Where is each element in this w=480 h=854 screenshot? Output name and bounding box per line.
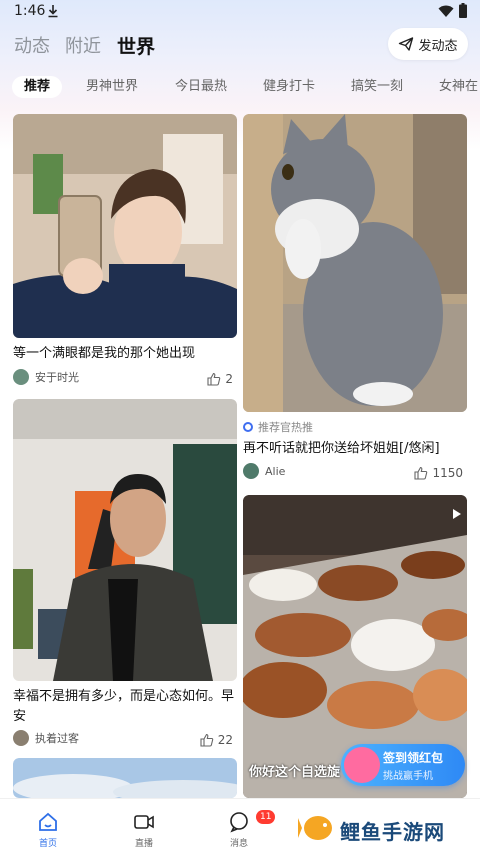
author-name: 安于时光 (35, 371, 79, 384)
status-time: 1:46 (14, 3, 46, 19)
tab-home-label: 首页 (38, 839, 57, 849)
card-photo-man[interactable] (13, 399, 237, 681)
sky-photo (13, 758, 237, 798)
card-3-author[interactable]: 执着过客 (13, 730, 79, 746)
recommend-icon (243, 422, 253, 432)
watermark-text: 鲤鱼手游网 (340, 820, 445, 844)
card-1-title: 等一个满眼都是我的那个她出现 (13, 346, 196, 361)
avatar (243, 463, 259, 479)
category-nanshen[interactable]: 男神世界 (86, 76, 138, 98)
category-tuijian[interactable]: 推荐 (12, 76, 63, 98)
message-badge: 11 (256, 810, 276, 824)
category-bar: 推荐 男神世界 今日最热 健身打卡 搞笑一刻 女神在 (0, 70, 480, 104)
feed-card-3[interactable]: 幸福不是拥有多少，而是心态如何。早安 执着过客 22 (13, 399, 237, 751)
category-zuire[interactable]: 今日最热 (175, 76, 227, 98)
avatar (13, 730, 29, 746)
man-photo (13, 399, 237, 681)
watermark: 鲤鱼手游网 (298, 808, 474, 848)
tab-live[interactable]: 直播 (124, 811, 164, 849)
tab-messages[interactable]: 消息 (219, 811, 259, 849)
download-icon (48, 5, 58, 18)
category-nvshen[interactable]: 女神在 (439, 76, 478, 98)
promo-subtitle: 挑战赢手机 (383, 771, 433, 782)
feed-card-5[interactable] (13, 758, 237, 798)
tab-fujin[interactable]: 附近 (65, 32, 101, 58)
card-1-author[interactable]: 安于时光 (13, 369, 79, 385)
promo-title: 签到领红包 (383, 751, 444, 765)
selfie-photo (13, 114, 237, 338)
post-button-label: 发动态 (418, 38, 458, 54)
category-gaoxiao[interactable]: 搞笑一刻 (351, 76, 403, 98)
message-icon (230, 812, 248, 833)
gift-icon (344, 747, 380, 783)
avatar (13, 369, 29, 385)
status-bar: 1:46 (0, 0, 480, 24)
card-2-title: 再不听话就把你送给坏姐姐[/悠闲] (243, 441, 440, 456)
card-3-title: 幸福不是拥有多少，而是心态如何。早安 (13, 689, 235, 724)
tab-live-label: 直播 (134, 839, 153, 849)
card-3-likes[interactable]: 22 (200, 733, 233, 747)
battery-icon (459, 3, 467, 18)
cat-photo (243, 114, 467, 412)
card-2-tag: 推荐官热推 (243, 419, 313, 435)
category-jianshen[interactable]: 健身打卡 (263, 76, 315, 98)
card-2-likes[interactable]: 1150 (414, 466, 463, 480)
post-button[interactable]: 发动态 (388, 28, 468, 60)
wifi-icon (438, 5, 454, 17)
like-count: 1150 (432, 466, 463, 480)
card-2-author[interactable]: Alie (243, 463, 285, 479)
tab-dongtai[interactable]: 动态 (14, 32, 50, 58)
card-1-likes[interactable]: 2 (207, 372, 233, 386)
home-icon (39, 812, 57, 831)
thumbs-up-icon (414, 466, 428, 480)
author-name: 执着过客 (35, 732, 79, 745)
feed-card-1[interactable]: 等一个满眼都是我的那个她出现 安于时光 2 (13, 114, 237, 394)
fish-logo-icon (298, 816, 332, 840)
feed-card-2[interactable]: 推荐官热推 再不听话就把你送给坏姐姐[/悠闲] Alie 1150 (243, 114, 467, 484)
video-icon (134, 815, 154, 829)
video-caption: 你好这个自选旋 (249, 765, 341, 780)
thumbs-up-icon (207, 372, 221, 386)
signin-redpacket-button[interactable]: 签到领红包 挑战赢手机 (341, 744, 465, 786)
tab-home[interactable]: 首页 (28, 811, 68, 849)
like-count: 22 (217, 733, 233, 747)
tab-shijie[interactable]: 世界 (117, 32, 155, 59)
card-photo-sky[interactable] (13, 758, 237, 798)
card-photo-cat[interactable] (243, 114, 467, 412)
like-count: 2 (225, 372, 233, 386)
author-name: Alie (265, 464, 286, 478)
send-icon (399, 37, 414, 51)
tab-messages-label: 消息 (229, 839, 248, 849)
tag-label: 推荐官热推 (258, 421, 313, 434)
card-photo-selfie[interactable] (13, 114, 237, 338)
thumbs-up-icon (200, 733, 213, 747)
